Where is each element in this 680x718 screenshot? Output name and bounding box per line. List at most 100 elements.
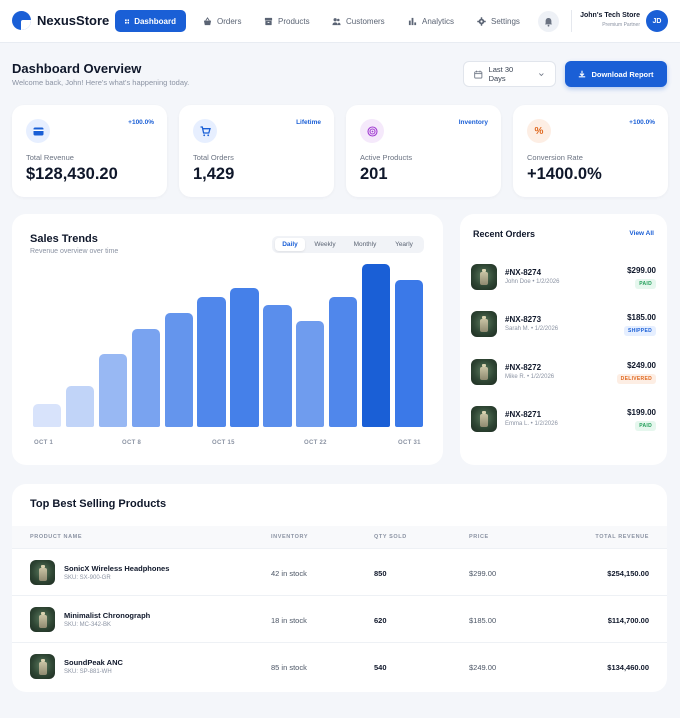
kpi-card-products: Inventory Active Products 201 (346, 105, 501, 197)
price-cell: $299.00 (469, 569, 497, 578)
chart-bar[interactable] (296, 321, 325, 427)
chart-bar[interactable] (230, 288, 259, 427)
order-meta: Mike R. • 1/2/2026 (505, 374, 555, 380)
order-amount: $199.00 (627, 408, 656, 417)
status-badge: PAID (635, 421, 656, 431)
card-icon (26, 119, 50, 143)
nav-tab-analytics[interactable]: Analytics (398, 10, 464, 32)
status-badge: PAID (635, 279, 656, 289)
chart-bar[interactable] (328, 296, 358, 427)
avatar[interactable]: JD (646, 10, 668, 32)
store-name: John's Tech Store (580, 12, 640, 19)
download-icon (579, 70, 586, 78)
orders-title: Recent Orders (473, 229, 536, 239)
nav-tab-customers[interactable]: Customers (322, 10, 395, 32)
chart-bar[interactable] (361, 264, 391, 427)
page-title: Dashboard Overview (12, 61, 142, 76)
chart-bar[interactable] (98, 353, 128, 427)
chart-bar[interactable] (197, 296, 226, 427)
product-thumbnail (30, 560, 55, 585)
inventory-cell: 85 in stock (271, 663, 307, 672)
product-thumbnail (471, 406, 497, 432)
recent-orders-card: Recent Orders View All #NX-8274 John Doe… (460, 214, 667, 465)
revenue-cell: $114,700.00 (607, 616, 649, 625)
kpi-label: Active Products (360, 153, 413, 162)
nav-tab-products[interactable]: Products (254, 10, 320, 32)
chart-title: Sales Trends (30, 233, 98, 245)
download-report-label: Download Report (591, 69, 654, 79)
chart-bar[interactable] (33, 404, 62, 427)
brand-logo[interactable]: NexusStore (12, 11, 109, 30)
price-cell: $185.00 (469, 616, 497, 625)
table-row[interactable]: SonicX Wireless Headphones SKU: SX-900-G… (12, 548, 667, 595)
table-header: PRODUCT NAME INVENTORY QTY SOLD PRICE TO… (12, 526, 667, 548)
range-monthly[interactable]: Monthly (345, 238, 385, 251)
column-header[interactable]: PRICE (469, 534, 489, 540)
nav-tab-label: Analytics (422, 16, 455, 26)
order-meta: John Doe • 1/2/2026 (505, 279, 560, 285)
product-sku: SKU: SX-900-GR (64, 575, 111, 581)
chart-bar[interactable] (394, 280, 423, 427)
grid-icon (125, 18, 130, 24)
qty-cell: 850 (374, 569, 387, 578)
range-daily[interactable]: Daily (275, 238, 305, 251)
sales-bar-chart (33, 264, 423, 427)
logo-icon (12, 11, 31, 30)
nav-tab-label: Settings (491, 16, 520, 26)
kpi-value: $128,430.20 (26, 165, 118, 183)
store-tier: Premium Partner (602, 22, 640, 28)
order-amount: $249.00 (627, 361, 656, 370)
store-info[interactable]: John's Tech Store Premium Partner (580, 12, 640, 28)
x-tick-label: OCT 22 (304, 440, 327, 446)
product-sku: SKU: MC-342-BK (64, 622, 112, 628)
x-tick-label: OCT 1 (34, 440, 54, 446)
kpi-value: 1,429 (193, 165, 235, 183)
chart-bar[interactable] (131, 329, 160, 427)
chart-bar[interactable] (164, 312, 193, 427)
table-row[interactable]: SoundPeak ANC SKU: SP-881-WH 85 in stock… (12, 642, 667, 689)
view-all-link[interactable]: View All (629, 230, 654, 237)
kpi-badge: Lifetime (296, 119, 321, 126)
kpi-label: Total Revenue (26, 153, 74, 162)
date-range-select[interactable]: Last 30 Days (463, 61, 556, 87)
inventory-cell: 18 in stock (271, 616, 307, 625)
range-weekly[interactable]: Weekly (307, 238, 343, 251)
kpi-badge: +100.0% (128, 119, 154, 126)
percent-icon: % (527, 119, 551, 143)
table-row[interactable]: Minimalist Chronograph SKU: MC-342-BK 18… (12, 595, 667, 642)
top-nav: NexusStore Dashboard Orders Products Cus… (0, 0, 680, 43)
cart-icon (193, 119, 217, 143)
kpi-label: Total Orders (193, 153, 234, 162)
column-header[interactable]: QTY SOLD (374, 534, 407, 540)
chart-bar[interactable] (263, 304, 292, 427)
order-row[interactable]: #NX-8272 Mike R. • 1/2/2026 $249.00 DELI… (471, 359, 656, 387)
kpi-card-revenue: +100.0% Total Revenue $128,430.20 (12, 105, 167, 197)
notifications-button[interactable] (538, 11, 559, 32)
x-tick-label: OCT 8 (122, 440, 142, 446)
download-report-button[interactable]: Download Report (565, 61, 667, 87)
gear-icon (477, 16, 486, 26)
range-yearly[interactable]: Yearly (387, 238, 421, 251)
product-thumbnail (471, 359, 497, 385)
nav-tab-settings[interactable]: Settings (467, 10, 530, 32)
chart-bar[interactable] (65, 386, 95, 427)
order-id: #NX-8271 (505, 410, 542, 419)
order-row[interactable]: #NX-8274 John Doe • 1/2/2026 $299.00 PAI… (471, 264, 656, 292)
nav-tab-dashboard[interactable]: Dashboard (115, 10, 186, 32)
column-header[interactable]: INVENTORY (271, 534, 308, 540)
nav-tab-label: Products (278, 16, 310, 26)
order-row[interactable]: #NX-8273 Sarah M. • 1/2/2026 $185.00 SHI… (471, 311, 656, 339)
column-header[interactable]: PRODUCT NAME (30, 534, 82, 540)
kpi-card-orders: Lifetime Total Orders 1,429 (179, 105, 334, 197)
kpi-value: 201 (360, 165, 388, 183)
product-sku: SKU: SP-881-WH (64, 669, 112, 675)
status-badge: DELIVERED (616, 374, 656, 384)
nav-tab-orders[interactable]: Orders (193, 10, 251, 32)
column-header[interactable]: TOTAL REVENUE (595, 534, 649, 540)
price-cell: $249.00 (469, 663, 497, 672)
nav-tab-label: Customers (346, 16, 385, 26)
x-tick-label: OCT 31 (398, 440, 421, 446)
order-row[interactable]: #NX-8271 Emma L. • 1/2/2026 $199.00 PAID (471, 406, 656, 434)
qty-cell: 540 (374, 663, 387, 672)
qty-cell: 620 (374, 616, 387, 625)
